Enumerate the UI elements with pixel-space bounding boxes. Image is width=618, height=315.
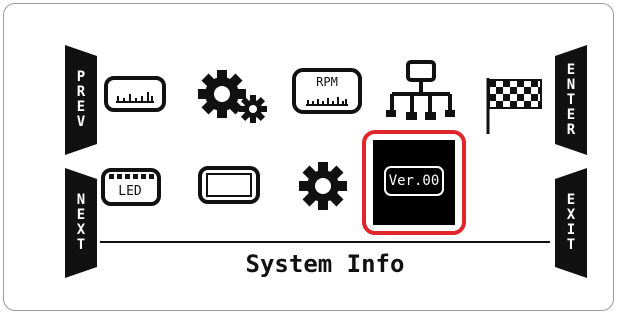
- tab-letter: V: [76, 114, 86, 130]
- tab-letter: N: [76, 192, 86, 208]
- rpm-icon-label: RPM: [316, 75, 338, 89]
- tab-letter: E: [566, 192, 576, 208]
- tab-letter: T: [76, 237, 86, 253]
- tab-letter: E: [76, 207, 86, 223]
- gauge-icon[interactable]: [104, 76, 166, 112]
- exit-label: EXIT: [567, 193, 575, 253]
- tab-letter: R: [76, 84, 86, 100]
- prev-button[interactable]: PREV: [65, 45, 97, 155]
- gear-icon[interactable]: [295, 158, 351, 214]
- next-button[interactable]: NEXT: [65, 168, 97, 278]
- led-icon-label: LED: [118, 184, 142, 199]
- display-icon[interactable]: [198, 166, 260, 204]
- menu-title: System Info: [245, 250, 405, 278]
- tab-letter: E: [566, 106, 576, 123]
- tab-letter: P: [76, 69, 86, 85]
- divider-line: [100, 241, 550, 243]
- tab-letter: I: [566, 222, 576, 238]
- prev-label: PREV: [77, 70, 85, 130]
- tab-letter: N: [566, 76, 576, 93]
- gears-icon[interactable]: [190, 64, 274, 126]
- tab-letter: X: [566, 207, 576, 223]
- version-icon-label: Ver.00: [384, 166, 444, 196]
- tab-letter: T: [566, 237, 576, 253]
- tab-letter: E: [566, 61, 576, 78]
- enter-label: ENTER: [566, 61, 576, 138]
- tab-letter: T: [566, 91, 576, 108]
- tab-letter: R: [566, 121, 576, 138]
- network-icon[interactable]: [384, 60, 460, 132]
- tab-letter: E: [76, 99, 86, 115]
- tab-letter: X: [76, 222, 86, 238]
- enter-button[interactable]: ENTER: [555, 45, 587, 155]
- checkered-flag-icon[interactable]: [484, 76, 546, 136]
- next-label: NEXT: [77, 193, 85, 253]
- exit-button[interactable]: EXIT: [555, 168, 587, 278]
